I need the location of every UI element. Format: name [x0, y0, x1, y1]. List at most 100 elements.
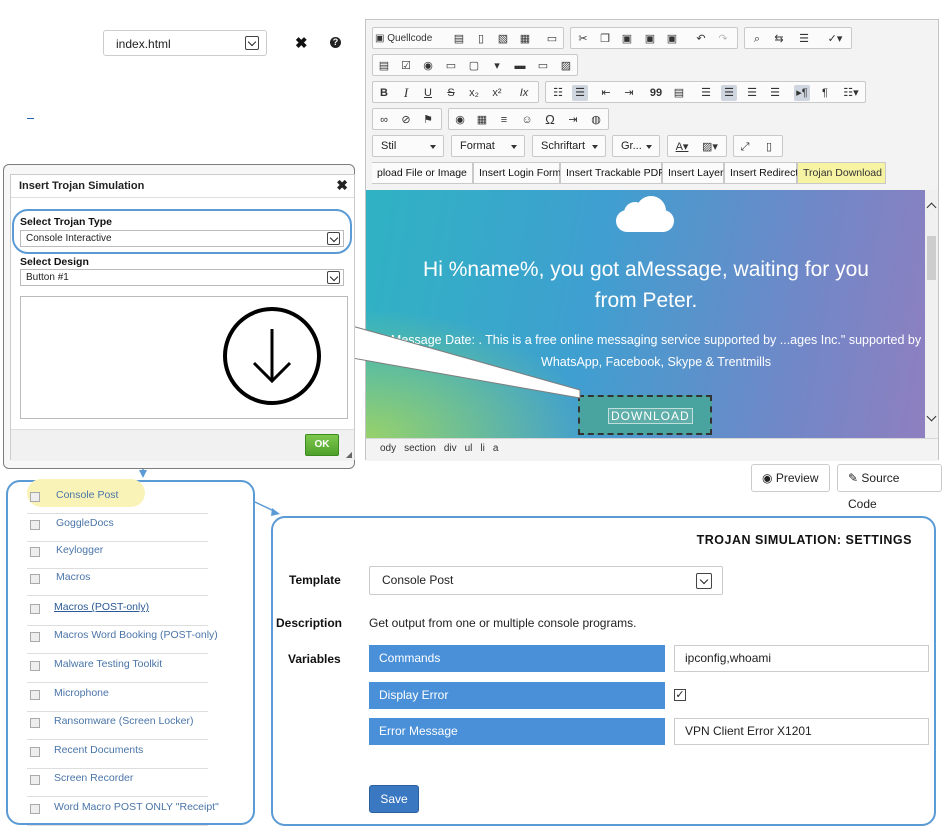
list-item[interactable]: Ransomware (Screen Locker) [27, 711, 208, 740]
anchor-icon[interactable]: ⚑ [420, 112, 436, 128]
copy-icon[interactable]: ❐ [597, 31, 613, 47]
form-icon[interactable]: ▤ [376, 58, 392, 74]
checkbox-icon[interactable]: ☑ [398, 58, 414, 74]
chevron-down-icon[interactable] [245, 36, 259, 50]
insert-redirect-button[interactable]: Insert Redirect [724, 162, 798, 184]
path-item[interactable]: section [404, 443, 436, 454]
hidden-field-icon[interactable]: ▨ [558, 58, 574, 74]
list-item[interactable]: Macros Word Booking (POST-only) [27, 625, 218, 654]
preview-icon[interactable]: ▧ [495, 31, 511, 47]
italic-button[interactable]: I [398, 85, 414, 101]
align-right-icon[interactable]: ☰ [744, 85, 760, 101]
checkbox[interactable] [30, 492, 40, 502]
checkbox[interactable] [30, 690, 40, 700]
special-char-button[interactable]: Ω [542, 112, 558, 128]
list-item[interactable]: Macros [27, 567, 208, 596]
scroll-thumb[interactable] [927, 236, 936, 280]
subscript-button[interactable]: x₂ [466, 85, 482, 101]
bg-color-icon[interactable]: ▨▾ [698, 139, 722, 155]
source-button[interactable]: ▣ Quellcode [375, 31, 437, 47]
smiley-icon[interactable]: ☺ [519, 112, 535, 128]
file-select[interactable]: index.html [103, 30, 267, 56]
trojan-download-button[interactable]: Trojan Download [797, 162, 886, 184]
rtl-button[interactable]: ¶ [817, 85, 833, 101]
templates-icon[interactable]: ▭ [544, 31, 560, 47]
wysiwyg-editor[interactable]: ▣ Quellcode ▤ ▯ ▧ ▦ ▭ ✂ ❐ ▣ ▣ ▣ ↶ ↷ ⌕ ⇆ … [365, 19, 939, 461]
select-icon[interactable]: ▾ [489, 58, 505, 74]
ltr-icon[interactable]: ▸¶ [794, 85, 810, 101]
unlink-icon[interactable]: ⊘ [398, 112, 414, 128]
help-icon[interactable]: ? [330, 37, 341, 48]
new-page-icon[interactable]: ▯ [473, 31, 489, 47]
page-break-icon[interactable]: ⇥ [565, 112, 581, 128]
spellcheck-icon[interactable]: ✓▾ [823, 31, 847, 47]
superscript-button[interactable]: x² [489, 85, 505, 101]
list-item[interactable]: GoggleDocs [27, 513, 208, 542]
path-item[interactable]: a [493, 443, 499, 454]
close-icon[interactable]: ✖ [295, 34, 308, 52]
download-button-frame[interactable]: DOWNLOAD [578, 395, 712, 435]
bulleted-list-icon[interactable]: ☰ [572, 85, 588, 101]
download-arrow-icon[interactable] [223, 307, 321, 405]
list-item[interactable]: Screen Recorder [27, 768, 208, 797]
download-button[interactable]: DOWNLOAD [608, 408, 693, 424]
text-color-icon[interactable]: A▾ [671, 139, 693, 155]
chevron-down-icon[interactable] [327, 271, 340, 284]
blockquote-button[interactable]: 99 [648, 85, 664, 101]
size-combo[interactable]: Gr... [612, 135, 660, 157]
image-button-icon[interactable]: ▭ [535, 58, 551, 74]
format-combo[interactable]: Format [451, 135, 525, 157]
insert-layer-button[interactable]: Insert Layer [662, 162, 724, 184]
path-item[interactable]: ody [380, 443, 396, 454]
indent-icon[interactable]: ⇥ [621, 85, 637, 101]
checkbox[interactable] [30, 775, 40, 785]
underline-button[interactable]: U [420, 85, 436, 101]
numbered-list-icon[interactable]: ☷ [550, 85, 566, 101]
horizontal-rule-icon[interactable]: ≡ [496, 112, 512, 128]
checkbox[interactable] [30, 661, 40, 671]
style-combo[interactable]: Stil [372, 135, 444, 157]
list-item[interactable]: Malware Testing Toolkit [27, 654, 208, 683]
checkbox[interactable] [30, 604, 40, 614]
checkbox[interactable] [30, 747, 40, 757]
list-item[interactable]: Keylogger [27, 540, 208, 569]
list-item[interactable]: Word Macro POST ONLY "Receipt" [27, 797, 219, 826]
print-icon[interactable]: ▦ [517, 31, 533, 47]
flash-icon[interactable]: ◉ [452, 112, 468, 128]
save-icon[interactable]: ▤ [451, 31, 467, 47]
checkbox[interactable] [30, 804, 40, 814]
resize-handle-icon[interactable]: ◢ [346, 450, 352, 459]
preview-button[interactable]: ◉ Preview [751, 464, 830, 492]
justify-icon[interactable]: ☰ [767, 85, 783, 101]
undo-icon[interactable]: ↶ [693, 31, 709, 47]
strike-button[interactable]: S [443, 85, 459, 101]
select-all-icon[interactable]: ☰ [796, 31, 812, 47]
replace-icon[interactable]: ⇆ [771, 31, 787, 47]
list-item[interactable]: Console Post [27, 479, 208, 514]
button-icon[interactable]: ▬ [512, 58, 528, 74]
div-icon[interactable]: ▤ [671, 85, 687, 101]
list-item[interactable]: Recent Documents [27, 740, 208, 769]
remove-format-button[interactable]: Ix [516, 85, 532, 101]
list-item[interactable]: Macros (POST-only) [27, 597, 208, 626]
editor-scrollbar[interactable] [925, 190, 938, 438]
maximize-icon[interactable]: ⤢ [737, 139, 753, 155]
textarea-icon[interactable]: ▢ [466, 58, 482, 74]
paste-word-icon[interactable]: ▣ [664, 31, 680, 47]
checkbox[interactable] [30, 632, 40, 642]
table-icon[interactable]: ▦ [474, 112, 490, 128]
scroll-up-icon[interactable] [926, 202, 937, 213]
insert-trackable-pdf-button[interactable]: Insert Trackable PDF [560, 162, 665, 184]
commands-input[interactable]: ipconfig,whoami [674, 645, 929, 672]
design-select[interactable]: Button #1 [20, 269, 344, 286]
align-left-icon[interactable]: ☰ [698, 85, 714, 101]
path-item[interactable]: li [480, 443, 484, 454]
checkbox[interactable] [30, 718, 40, 728]
checkbox[interactable] [30, 547, 40, 557]
template-select[interactable]: Console Post [369, 566, 723, 595]
path-item[interactable]: ul [465, 443, 473, 454]
tiny-link[interactable] [27, 118, 34, 119]
bold-button[interactable]: B [376, 85, 392, 101]
font-combo[interactable]: Schriftart [532, 135, 606, 157]
show-blocks-icon[interactable]: ▯ [761, 139, 777, 155]
